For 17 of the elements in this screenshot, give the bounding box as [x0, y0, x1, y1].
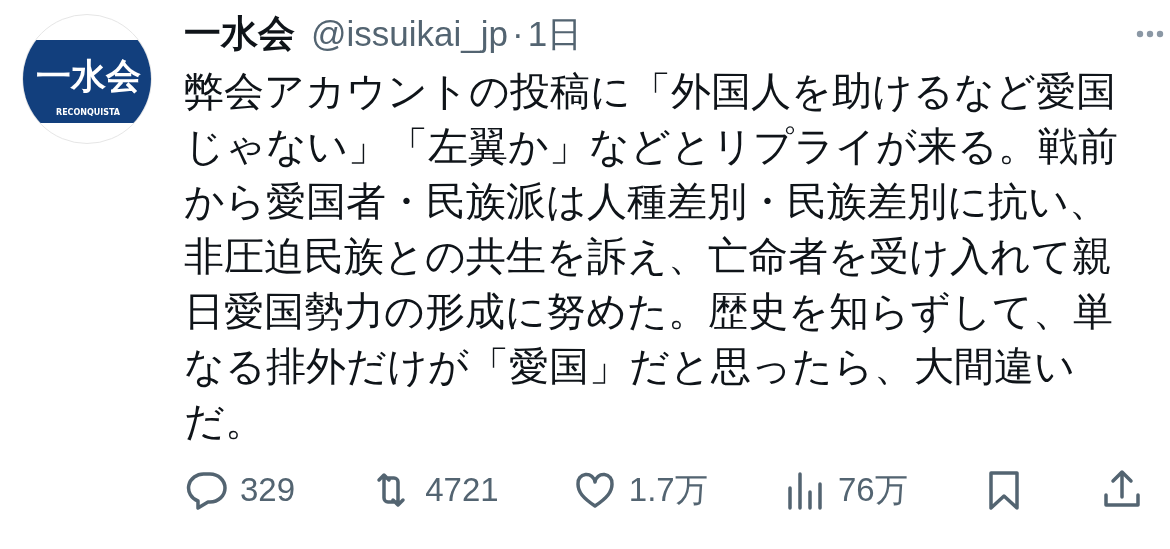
post-time[interactable]: 1日	[527, 14, 583, 54]
count-text: 1.7万	[628, 470, 708, 510]
logo-subtext: RECONQUISTA	[55, 108, 121, 117]
avatar[interactable]: 一水会 RECONQUISTA	[22, 14, 152, 144]
author-handle[interactable]: @issuikai_jp	[311, 14, 508, 54]
author-name[interactable]: 一水会	[184, 14, 295, 54]
more-icon[interactable]	[1136, 30, 1164, 38]
like-button[interactable]: 1.7万	[572, 465, 708, 515]
reply-button[interactable]: 329	[184, 465, 296, 515]
views-button[interactable]: 76万	[781, 465, 908, 515]
count-text: 329	[240, 470, 296, 510]
logo-text: 一水会	[35, 56, 141, 96]
repost-button[interactable]: 4721	[369, 465, 499, 515]
post-text: 弊会アカウントの投稿に「外国人を助けるなど愛国じゃない」「左翼か」などとリプライが来る。戦前から愛国者・民族派は人種差別・民族差別に抗い、非圧迫民族との共生を訴え、亡命者を受け入れて親日愛国勢力の形成に努めた。歴史を知らずして、単なる排外だけが「愛国」だと思ったら、大間違いだ。	[184, 68, 1119, 445]
count-text: 4721	[425, 470, 499, 510]
count-text: 76万	[837, 470, 908, 510]
separator-dot: ·	[512, 14, 524, 54]
